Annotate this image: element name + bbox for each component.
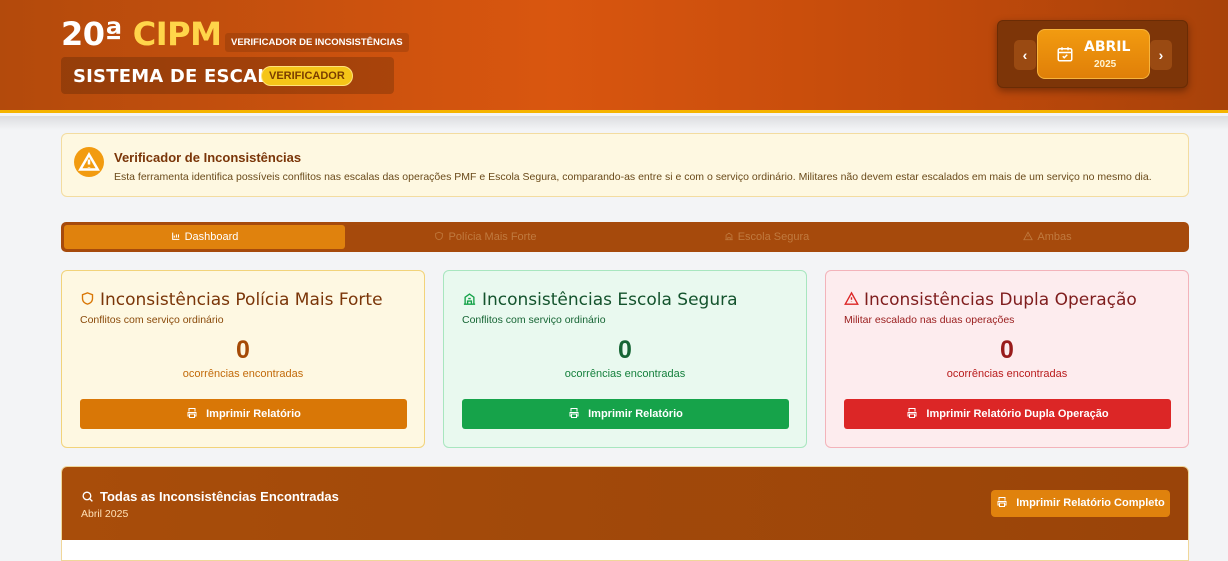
warning-icon (1023, 231, 1034, 241)
card-subtitle: Conflitos com serviço ordinário (80, 314, 224, 326)
card-count-label: ocorrências encontradas (564, 368, 686, 380)
current-month[interactable]: ABRIL 2025 (1037, 29, 1150, 79)
school-icon (463, 293, 476, 305)
card-title: Inconsistências Escola Segura (462, 290, 738, 310)
all-inconsistencies-panel: Todas as Inconsistências Encontradas Abr… (61, 466, 1189, 561)
prev-month-button[interactable]: ‹ (1014, 40, 1036, 70)
panel-header: Todas as Inconsistências Encontradas Abr… (62, 467, 1188, 540)
tab-escola-segura[interactable]: Escola Segura (626, 225, 907, 249)
card-count: 0 (236, 336, 250, 364)
tab-label: Polícia Mais Forte (448, 231, 537, 243)
brand-title: 20ª CIPM (61, 15, 222, 53)
tab-dashboard[interactable]: Dashboard (64, 225, 345, 249)
card-count-label: ocorrências encontradas (182, 368, 304, 380)
calendar-icon (1057, 47, 1073, 62)
card-title: Inconsistências Polícia Mais Forte (80, 290, 383, 310)
print-report-button[interactable]: Imprimir Relatório (80, 399, 407, 429)
info-banner: Verificador de Inconsistências Esta ferr… (61, 133, 1189, 197)
printer-icon (187, 408, 197, 418)
shield-icon (435, 231, 444, 241)
print-report-button[interactable]: Imprimir Relatório (462, 399, 789, 429)
brand-prefix: 20ª (61, 15, 123, 53)
warning-icon (844, 291, 859, 305)
card-title: Inconsistências Dupla Operação (844, 290, 1137, 310)
year-label: 2025 (1094, 59, 1117, 70)
card-count: 0 (1000, 336, 1014, 364)
card-count: 0 (618, 336, 632, 364)
search-icon (82, 491, 93, 502)
info-description: Esta ferramenta identifica possíveis con… (114, 171, 1152, 183)
card-policia-mais-forte: Inconsistências Polícia Mais Forte Confl… (61, 270, 425, 448)
printer-icon (907, 408, 917, 418)
shield-icon (81, 292, 94, 305)
school-icon (724, 232, 733, 241)
system-title: SISTEMA DE ESCALA (73, 66, 284, 87)
print-full-report-button[interactable]: Imprimir Relatório Completo (991, 490, 1170, 517)
tab-label: Ambas (1037, 231, 1072, 243)
brand-highlight: CIPM (132, 15, 222, 53)
tab-label: Dashboard (184, 231, 239, 243)
printer-icon (997, 497, 1007, 507)
warning-icon (74, 147, 104, 177)
tab-policia-mais-forte[interactable]: Polícia Mais Forte (345, 225, 626, 249)
card-dupla-operacao: Inconsistências Dupla Operação Militar e… (825, 270, 1189, 448)
app-header: 20ª CIPM VERIFICADOR DE INCONSISTÊNCIAS … (0, 0, 1228, 113)
printer-icon (569, 408, 579, 418)
card-subtitle: Conflitos com serviço ordinário (462, 314, 606, 326)
card-count-label: ocorrências encontradas (946, 368, 1068, 380)
panel-title: Todas as Inconsistências Encontradas (81, 489, 339, 504)
panel-subtitle: Abril 2025 (81, 508, 129, 520)
header-shadow (0, 116, 1228, 130)
system-title-bar: SISTEMA DE ESCALA VERIFICADOR (61, 57, 394, 94)
brand-subtitle: VERIFICADOR DE INCONSISTÊNCIAS (225, 33, 409, 52)
month-label: ABRIL (1084, 39, 1131, 55)
print-double-operation-report-button[interactable]: Imprimir Relatório Dupla Operação (844, 399, 1171, 429)
card-escola-segura: Inconsistências Escola Segura Conflitos … (443, 270, 807, 448)
info-title: Verificador de Inconsistências (114, 150, 302, 165)
card-subtitle: Militar escalado nas duas operações (844, 314, 1015, 326)
month-selector: ‹ ABRIL 2025 › (997, 20, 1188, 88)
bar-chart-icon (171, 232, 179, 240)
next-month-button[interactable]: › (1150, 40, 1172, 70)
system-badge: VERIFICADOR (261, 66, 353, 86)
tab-label: Escola Segura (737, 231, 810, 243)
tab-ambas[interactable]: Ambas (907, 225, 1188, 249)
tab-bar: Dashboard Polícia Mais Forte Escola Segu… (61, 222, 1189, 252)
